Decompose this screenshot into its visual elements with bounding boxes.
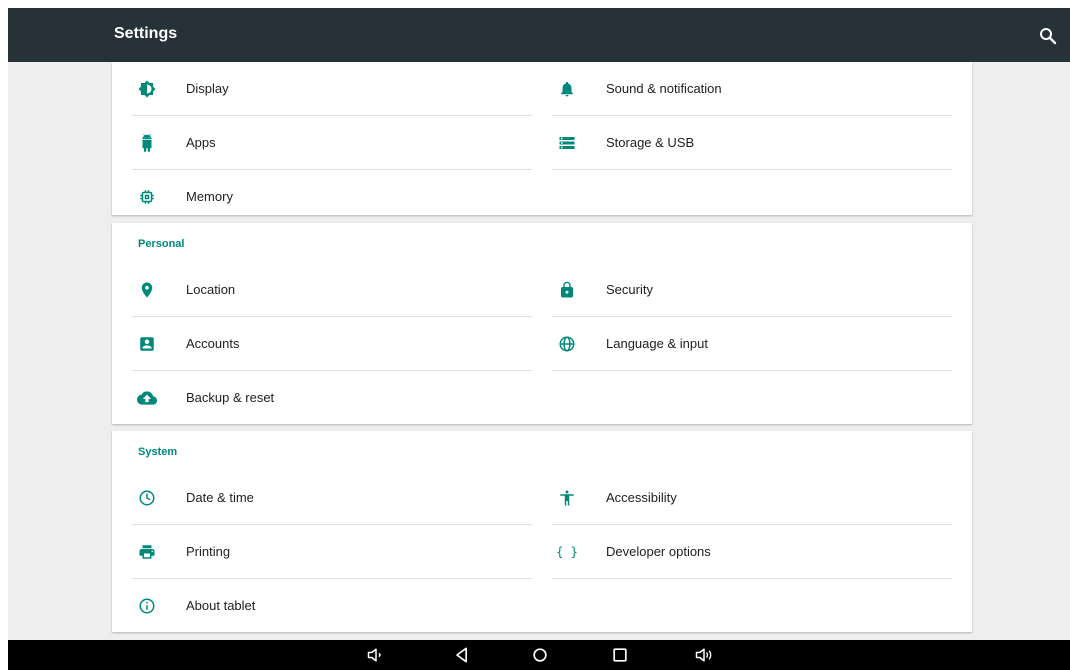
clock-icon [137, 488, 157, 508]
home-icon[interactable] [530, 645, 550, 665]
setting-label: Accessibility [606, 490, 677, 505]
volume-down-icon[interactable] [366, 645, 386, 665]
setting-accessibility[interactable]: Accessibility [552, 471, 952, 525]
section-header-personal: Personal [138, 238, 185, 250]
setting-label: Language & input [606, 336, 708, 351]
device-card: Display Sound & notification Apps Storag… [112, 62, 972, 215]
setting-security[interactable]: Security [552, 263, 952, 317]
status-bar [0, 0, 1070, 8]
bell-icon [557, 79, 577, 99]
setting-language-input[interactable]: Language & input [552, 317, 952, 371]
storage-icon [557, 133, 577, 153]
accessibility-icon [557, 488, 577, 508]
settings-content: Display Sound & notification Apps Storag… [8, 62, 1070, 640]
setting-memory[interactable]: Memory [132, 170, 532, 224]
brightness-icon [137, 79, 157, 99]
setting-location[interactable]: Location [132, 263, 532, 317]
setting-label: Printing [186, 544, 231, 559]
personal-card: Personal Location Security Accounts Lang… [112, 223, 972, 424]
setting-label: Location [186, 282, 236, 297]
setting-label: Apps [186, 135, 216, 150]
setting-date-time[interactable]: Date & time [132, 471, 532, 525]
setting-label: Sound & notification [606, 81, 722, 96]
setting-label: Memory [186, 189, 233, 204]
setting-about-tablet[interactable]: About tablet [132, 579, 532, 633]
setting-label: Date & time [186, 490, 254, 505]
location-pin-icon [137, 280, 157, 300]
setting-accounts[interactable]: Accounts [132, 317, 532, 371]
back-icon[interactable] [452, 645, 472, 665]
setting-display[interactable]: Display [132, 62, 532, 116]
globe-icon [557, 334, 577, 354]
braces-icon: { } [556, 545, 578, 559]
printer-icon [137, 542, 157, 562]
cloud-upload-icon [137, 388, 157, 408]
setting-label: Display [186, 81, 229, 96]
memory-chip-icon [137, 187, 157, 207]
recents-icon[interactable] [610, 645, 630, 665]
app-bar: Settings [8, 8, 1070, 62]
android-icon [137, 133, 157, 153]
section-header-system: System [138, 446, 178, 458]
info-icon [137, 596, 157, 616]
setting-label: Security [606, 282, 653, 297]
setting-label: Developer options [606, 544, 711, 559]
setting-label: About tablet [186, 598, 256, 613]
volume-up-icon[interactable] [694, 645, 714, 665]
setting-apps[interactable]: Apps [132, 116, 532, 170]
account-box-icon [137, 334, 157, 354]
navigation-bar [8, 640, 1070, 670]
page-title: Settings [114, 25, 178, 42]
system-card: System Date & time Accessibility Printin… [112, 431, 972, 632]
setting-label: Backup & reset [186, 390, 275, 405]
setting-developer-options[interactable]: { } Developer options [552, 525, 952, 579]
setting-sound-notification[interactable]: Sound & notification [552, 62, 952, 116]
setting-label: Accounts [186, 336, 240, 351]
lock-icon [557, 280, 577, 300]
setting-storage-usb[interactable]: Storage & USB [552, 116, 952, 170]
setting-backup-reset[interactable]: Backup & reset [132, 371, 532, 425]
search-icon[interactable] [1036, 24, 1060, 48]
setting-printing[interactable]: Printing [132, 525, 532, 579]
setting-label: Storage & USB [606, 135, 695, 150]
